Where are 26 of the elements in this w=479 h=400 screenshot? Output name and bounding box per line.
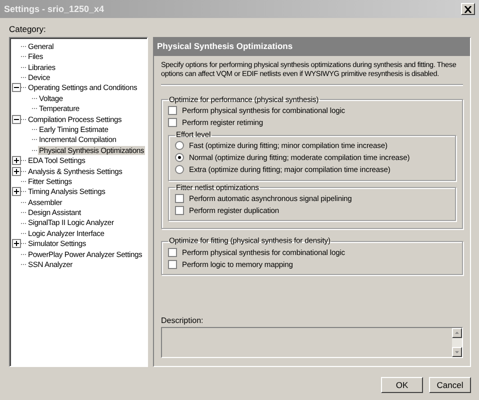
radio-button[interactable] <box>175 153 184 162</box>
dialog-button[interactable]: Cancel <box>429 377 471 394</box>
checkbox[interactable] <box>168 248 177 257</box>
expand-icon[interactable] <box>12 239 21 248</box>
panel-title: Physical Synthesis Optimizations <box>154 38 470 56</box>
checkbox[interactable] <box>175 194 184 203</box>
collapse-icon[interactable] <box>12 114 21 124</box>
expand-icon[interactable] <box>12 166 21 176</box>
expand-icon[interactable] <box>12 187 21 196</box>
checkbox[interactable] <box>175 206 184 215</box>
window-title: Settings - srio_1250_x4 <box>4 4 104 14</box>
checkbox[interactable] <box>168 260 177 269</box>
close-icon <box>464 6 472 12</box>
description-label: Description: <box>161 316 204 326</box>
expand-icon[interactable] <box>12 156 21 166</box>
checkbox[interactable] <box>168 106 177 115</box>
scroll-up-icon[interactable] <box>452 328 462 338</box>
category-label: Category: <box>9 24 47 34</box>
scroll-down-icon[interactable] <box>452 347 462 358</box>
dialog-button[interactable]: OK <box>381 377 423 394</box>
collapse-icon[interactable] <box>12 83 21 92</box>
scrollbar[interactable] <box>452 328 462 358</box>
checkbox[interactable] <box>168 118 177 127</box>
close-button[interactable] <box>461 3 475 15</box>
radio-button[interactable] <box>175 141 184 150</box>
radio-button[interactable] <box>175 165 184 174</box>
